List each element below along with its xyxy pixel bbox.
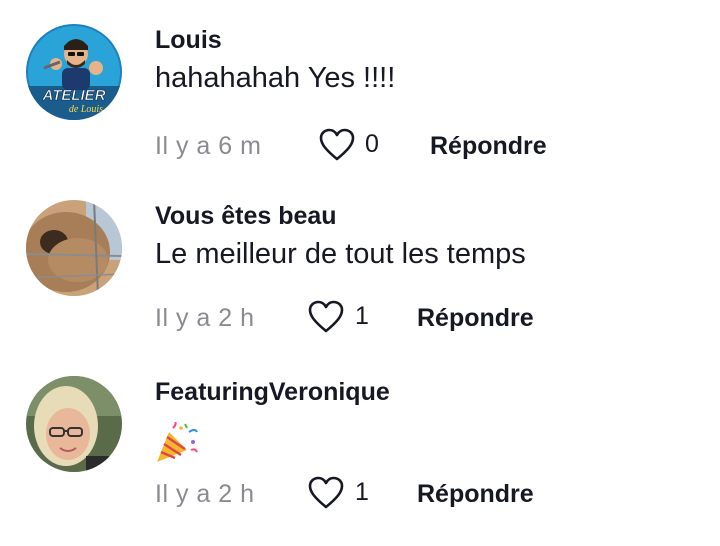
- comment-meta: Il y a 6 m 0 Répondre: [155, 128, 715, 162]
- comment-item: ATELIER de Louis Louis hahahahah Yes !!!…: [0, 24, 720, 194]
- avatar-logo-text: ATELIER: [41, 87, 105, 104]
- comment-username[interactable]: Louis: [155, 26, 222, 55]
- comment-text: Le meilleur de tout les temps: [155, 238, 526, 270]
- comment-item: FeaturingVeronique Il y a 2 h 1 Répondre: [0, 376, 720, 546]
- like-button[interactable]: [307, 300, 347, 334]
- heart-outline-icon: [308, 300, 344, 333]
- comment-text: hahahahah Yes !!!!: [155, 62, 396, 94]
- comment-meta: Il y a 2 h 1 Répondre: [155, 476, 715, 510]
- avatar-logo-subtext: de Louis: [69, 104, 103, 115]
- comment-timestamp: Il y a 2 h: [155, 304, 255, 332]
- heart-outline-icon: [308, 476, 344, 509]
- comment-username[interactable]: FeaturingVeronique: [155, 378, 390, 407]
- heart-outline-icon: [319, 128, 355, 161]
- avatar-photo-person: [26, 376, 122, 472]
- party-popper-icon: [155, 421, 199, 464]
- avatar-photo-animal: [26, 200, 122, 296]
- comment-meta: Il y a 2 h 1 Répondre: [155, 300, 715, 334]
- comment-timestamp: Il y a 2 h: [155, 480, 255, 508]
- avatar[interactable]: [26, 200, 122, 296]
- like-button[interactable]: [307, 476, 347, 510]
- comment-timestamp: Il y a 6 m: [155, 132, 262, 160]
- avatar[interactable]: [26, 376, 122, 472]
- like-button[interactable]: [318, 128, 358, 162]
- like-count: 1: [355, 302, 369, 330]
- reply-button[interactable]: Répondre: [417, 480, 534, 509]
- like-count: 1: [355, 478, 369, 506]
- comment-item: Vous êtes beau Le meilleur de tout les t…: [0, 200, 720, 370]
- avatar-atelier-logo: ATELIER de Louis: [26, 24, 122, 120]
- comment-username[interactable]: Vous êtes beau: [155, 202, 337, 231]
- avatar[interactable]: ATELIER de Louis: [26, 24, 122, 120]
- like-count: 0: [365, 130, 379, 158]
- reply-button[interactable]: Répondre: [417, 304, 534, 333]
- reply-button[interactable]: Répondre: [430, 132, 547, 161]
